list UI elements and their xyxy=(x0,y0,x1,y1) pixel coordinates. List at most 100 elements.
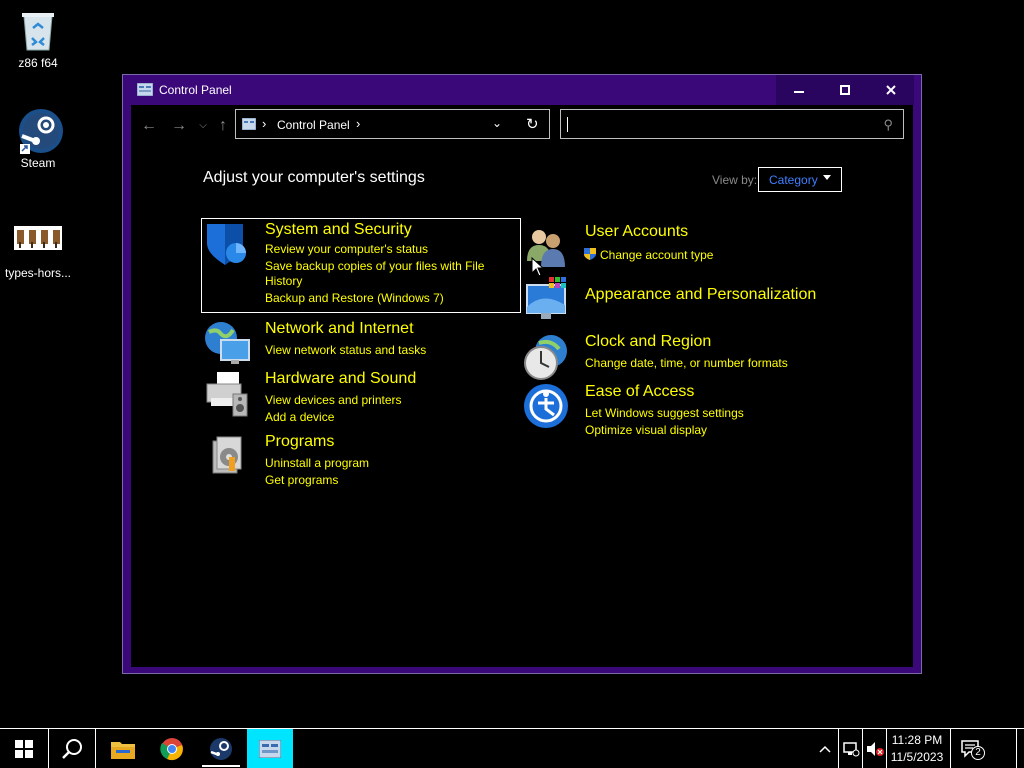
volume-muted-icon xyxy=(866,741,884,756)
network-icon xyxy=(842,741,859,756)
category-link[interactable]: Get programs xyxy=(265,473,338,488)
category-hardware-sound: Hardware and Sound View devices and prin… xyxy=(203,370,523,425)
address-bar[interactable]: › Control Panel › ⌄ ↻ xyxy=(235,109,550,139)
taskbar: 11:28 PM 11/5/2023 2 xyxy=(0,728,1024,768)
category-title[interactable]: Hardware and Sound xyxy=(265,370,416,388)
network-status-button[interactable] xyxy=(838,729,862,768)
text-caret xyxy=(567,117,568,132)
taskbar-control-panel[interactable] xyxy=(247,729,293,768)
page-title: Adjust your computer's settings xyxy=(203,169,425,186)
category-system-security: System and Security Review your computer… xyxy=(203,221,523,313)
volume-button[interactable] xyxy=(862,729,886,768)
clock-time: 11:28 PM xyxy=(891,733,943,747)
control-panel-icon xyxy=(137,83,153,96)
maximize-button[interactable] xyxy=(822,75,868,105)
search-icon[interactable]: ⚲ xyxy=(883,117,893,133)
category-link[interactable]: Change date, time, or number formats xyxy=(585,356,788,371)
users-icon xyxy=(523,223,569,269)
dropdown-arrow-icon xyxy=(823,175,831,180)
start-button[interactable] xyxy=(0,729,48,768)
category-link[interactable]: Review your computer's status xyxy=(265,242,428,257)
recent-locations-chevron-down-icon[interactable]: ⌵ xyxy=(193,120,213,131)
category-title[interactable]: System and Security xyxy=(265,221,412,239)
category-title[interactable]: Clock and Region xyxy=(585,333,711,351)
address-dropdown-chevron-down-icon[interactable]: ⌄ xyxy=(492,116,502,130)
search-button[interactable] xyxy=(48,729,96,768)
ease-icon xyxy=(523,383,569,429)
clock[interactable]: 11:28 PM 11/5/2023 xyxy=(887,732,947,766)
category-title[interactable]: Appearance and Personalization xyxy=(585,286,816,304)
close-icon xyxy=(886,85,896,95)
programs-icon xyxy=(203,433,249,479)
category-link[interactable]: View devices and printers xyxy=(265,393,402,408)
desktop-icon-image-file[interactable]: types-hors... xyxy=(0,222,76,280)
desktop-icon-steam[interactable]: Steam xyxy=(0,108,76,170)
show-desktop-button[interactable] xyxy=(1016,729,1024,768)
category-link[interactable]: Save backup copies of your files with Fi… xyxy=(265,259,484,274)
taskbar-file-explorer[interactable] xyxy=(100,729,146,768)
category-title[interactable]: Network and Internet xyxy=(265,320,414,338)
running-indicator xyxy=(202,765,240,767)
steam-icon xyxy=(18,108,63,154)
desktop-icon-label: Steam xyxy=(20,156,56,170)
category-title[interactable]: Ease of Access xyxy=(585,383,694,401)
category-link[interactable]: View network status and tasks xyxy=(265,343,426,358)
minimize-icon xyxy=(794,91,804,93)
folder-icon xyxy=(111,741,135,759)
clock-icon xyxy=(523,333,569,380)
search-icon xyxy=(62,738,82,759)
control-panel-window: Control Panel ← → ⌵ ↑ › Control Panel › … xyxy=(122,74,922,674)
category-appearance-personalization: Appearance and Personalization xyxy=(523,277,843,321)
category-link[interactable]: Let Windows suggest settings xyxy=(585,406,744,421)
windows-logo-icon xyxy=(15,739,33,758)
desktop-icon-recycle-bin[interactable]: z86 f64 xyxy=(0,8,76,70)
category-link[interactable]: Uninstall a program xyxy=(265,456,369,471)
refresh-icon[interactable]: ↻ xyxy=(526,115,539,133)
category-link[interactable]: History xyxy=(265,274,302,289)
view-by-value: Category xyxy=(769,173,818,187)
category-link[interactable]: Backup and Restore (Windows 7) xyxy=(265,291,444,306)
category-title[interactable]: Programs xyxy=(265,433,334,451)
network-icon xyxy=(203,320,250,366)
category-clock-region: Clock and Region Change date, time, or n… xyxy=(523,333,843,380)
forward-button[interactable]: → xyxy=(169,117,189,135)
category-ease-of-access: Ease of Access Let Windows suggest setti… xyxy=(523,383,843,438)
desktop-icon-label: types-hors... xyxy=(4,266,72,280)
close-button[interactable] xyxy=(868,75,914,105)
clock-date: 11/5/2023 xyxy=(890,750,944,764)
category-programs: Programs Uninstall a program Get program… xyxy=(203,433,523,488)
chevron-up-icon xyxy=(819,745,831,753)
breadcrumb-separator-icon[interactable]: › xyxy=(262,116,266,131)
taskbar-chrome[interactable] xyxy=(149,729,195,768)
shield-icon xyxy=(203,221,249,267)
breadcrumb[interactable]: Control Panel xyxy=(277,118,350,132)
category-user-accounts: User Accounts Change account type xyxy=(523,223,843,267)
up-button[interactable]: ↑ xyxy=(213,117,233,135)
notification-count-badge: 2 xyxy=(971,746,985,760)
action-center-button[interactable]: 2 xyxy=(950,729,990,768)
window-content: ← → ⌵ ↑ › Control Panel › ⌄ ↻ ⚲ Adjust y… xyxy=(131,105,913,667)
window-title: Control Panel xyxy=(159,83,232,97)
view-by-select[interactable]: Category xyxy=(758,167,842,192)
taskbar-steam[interactable] xyxy=(198,729,244,768)
image-file-icon xyxy=(14,222,62,254)
show-hidden-icons-button[interactable] xyxy=(812,729,838,768)
category-link[interactable]: Change account type xyxy=(600,248,713,263)
category-network-internet: Network and Internet View network status… xyxy=(203,320,523,370)
control-panel-icon xyxy=(242,118,256,130)
category-link[interactable]: Add a device xyxy=(265,410,334,425)
maximize-icon xyxy=(840,85,850,95)
breadcrumb-separator-icon[interactable]: › xyxy=(356,116,360,131)
monitor-icon xyxy=(523,277,569,323)
mouse-cursor-icon xyxy=(531,257,543,277)
recycle-bin-icon xyxy=(18,8,58,52)
minimize-button[interactable] xyxy=(776,75,822,105)
view-by-label: View by: xyxy=(712,173,758,187)
control-panel-icon xyxy=(259,739,281,758)
printer-icon xyxy=(203,370,249,417)
title-bar[interactable]: Control Panel xyxy=(123,75,921,105)
back-button[interactable]: ← xyxy=(139,117,159,135)
category-title[interactable]: User Accounts xyxy=(585,223,688,241)
category-link[interactable]: Optimize visual display xyxy=(585,423,707,438)
search-input[interactable]: ⚲ xyxy=(560,109,904,139)
